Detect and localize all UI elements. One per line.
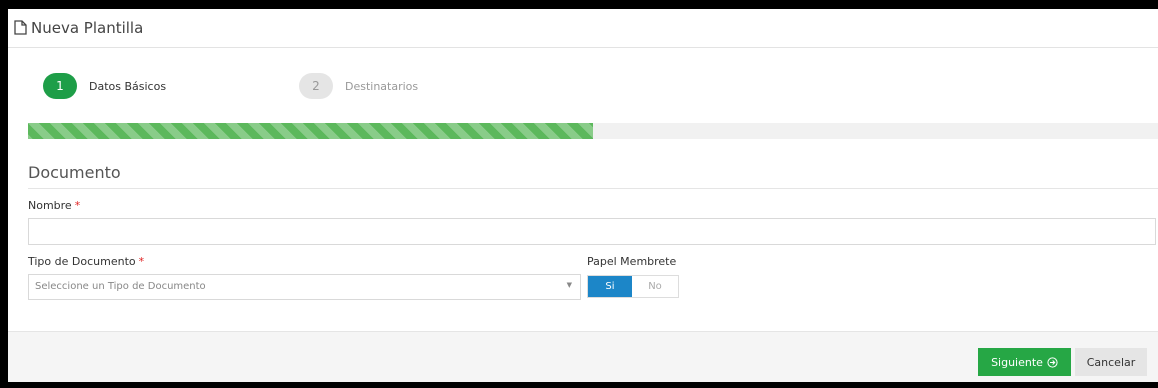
step-1-number: 1: [43, 73, 77, 99]
caret-down-icon: ▼: [566, 281, 572, 289]
toggle-option-si[interactable]: Si: [588, 276, 632, 297]
required-marker: *: [138, 255, 145, 268]
form-footer: Siguiente Cancelar: [8, 331, 1158, 382]
next-button[interactable]: Siguiente: [978, 348, 1071, 376]
wizard-step-2[interactable]: 2 Destinatarios: [299, 73, 418, 99]
arrow-circle-right-icon: [1047, 356, 1058, 368]
papel-membrete-label: Papel Membrete: [587, 255, 677, 268]
page-title-text: Nueva Plantilla: [31, 19, 144, 37]
new-template-panel: Nueva Plantilla 1 Datos Básicos 2 Destin…: [8, 9, 1158, 382]
cancel-button[interactable]: Cancelar: [1075, 348, 1147, 376]
tipo-documento-label-text: Tipo de Documento: [28, 255, 136, 268]
nombre-input[interactable]: [28, 218, 1156, 245]
required-marker: *: [74, 199, 81, 212]
panel-header: Nueva Plantilla: [8, 9, 1158, 48]
section-title: Documento: [28, 163, 121, 182]
step-2-label: Destinatarios: [345, 79, 419, 93]
tipo-documento-selected: Seleccione un Tipo de Documento: [35, 281, 206, 292]
next-button-label: Siguiente: [991, 355, 1043, 369]
nombre-label-text: Nombre: [28, 199, 72, 212]
toggle-option-no[interactable]: No: [632, 276, 678, 297]
tipo-documento-label: Tipo de Documento *: [28, 255, 144, 268]
wizard-progress-bar: [28, 123, 1158, 139]
papel-membrete-toggle[interactable]: Si No: [587, 275, 679, 298]
page-title: Nueva Plantilla: [14, 19, 143, 37]
document-icon: [14, 20, 28, 36]
section-divider: [28, 188, 1158, 189]
step-1-label: Datos Básicos: [89, 79, 167, 93]
wizard-step-1[interactable]: 1 Datos Básicos: [43, 73, 166, 99]
tipo-documento-select[interactable]: Seleccione un Tipo de Documento ▼: [28, 274, 581, 300]
step-2-number: 2: [299, 73, 333, 99]
wizard-progress-fill: [28, 123, 593, 139]
nombre-label: Nombre *: [28, 199, 80, 212]
